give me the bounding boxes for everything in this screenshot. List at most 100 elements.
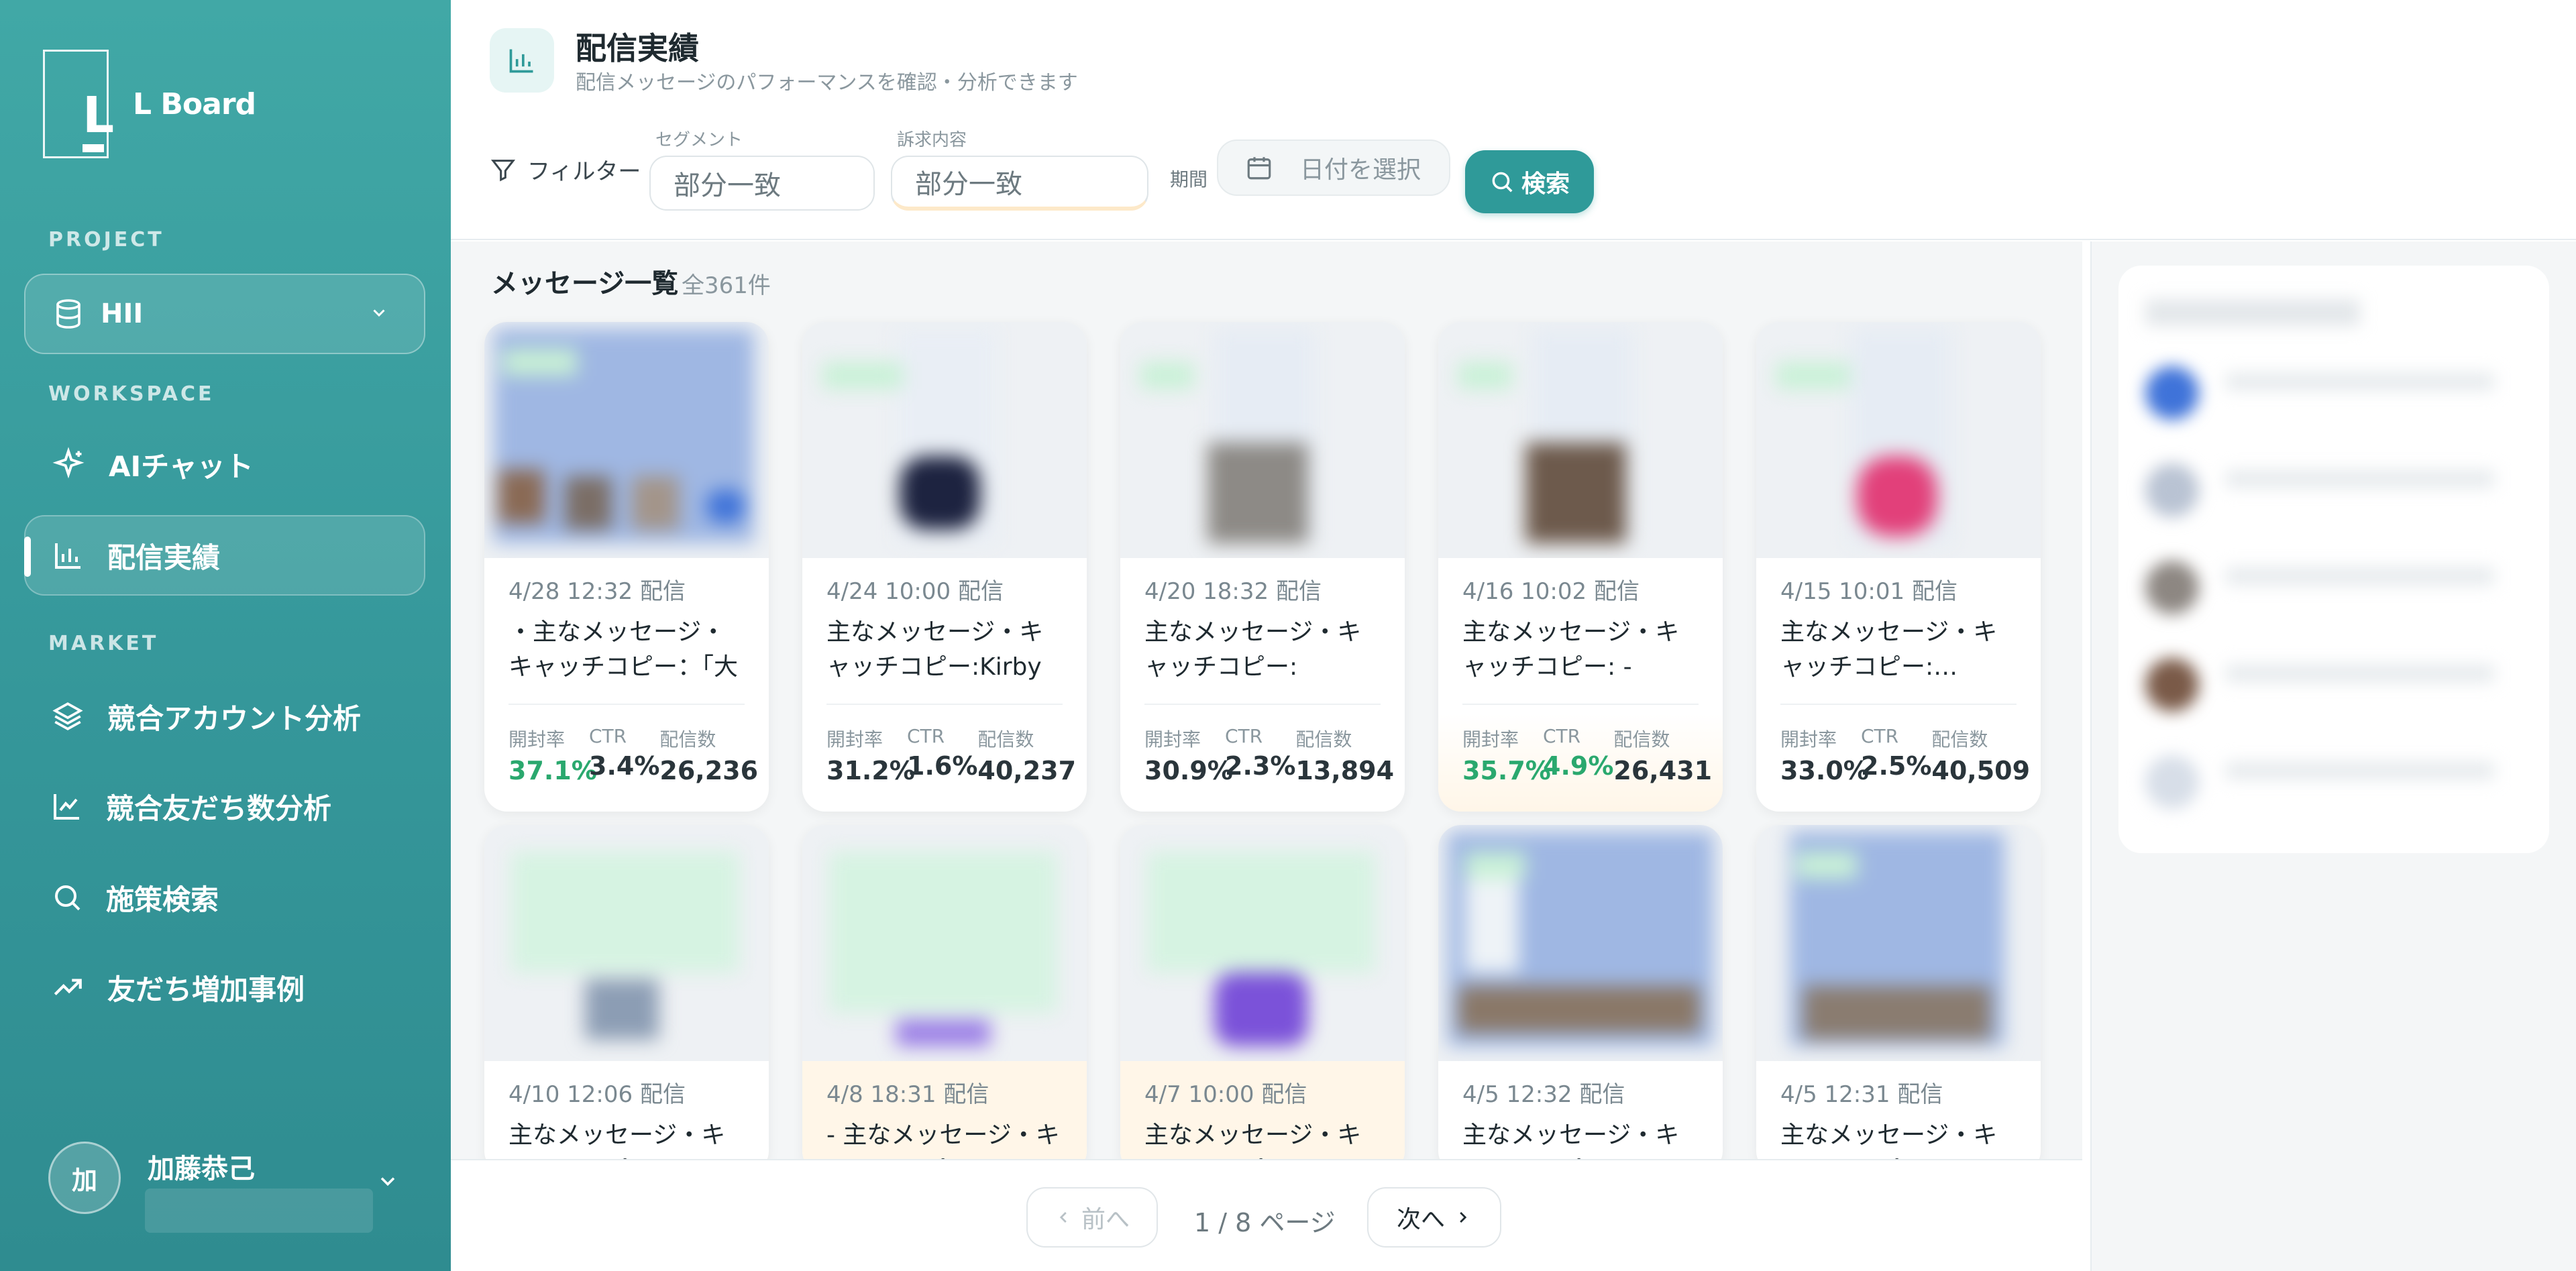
message-card[interactable]: 4/28 12:32 配信 ・主なメッセージ・キャッチコピー：「大人… 開封率 3… bbox=[484, 322, 769, 812]
filter-label: フィルター bbox=[490, 153, 641, 186]
card-date: 4/28 12:32 配信 bbox=[508, 578, 686, 605]
market-section-label: MARKET bbox=[48, 632, 159, 655]
card-date: 4/15 10:01 配信 bbox=[1780, 578, 1957, 605]
card-date: 4/8 18:31 配信 bbox=[826, 1081, 989, 1108]
ctr-label: CTR bbox=[907, 725, 945, 747]
segment-input[interactable]: 部分一致 bbox=[649, 156, 875, 211]
sidebar-item-label: 友だち増加事例 bbox=[107, 973, 305, 1006]
project-name: HII bbox=[101, 298, 144, 329]
sidebar-item-friend-growth[interactable]: 友だち増加事例 bbox=[24, 947, 425, 1028]
message-card[interactable]: 4/5 12:31 配信 主なメッセージ・キャッチコピー… bbox=[1756, 825, 2041, 1174]
card-copy: 主なメッセージ・キャッチコピー:Kirby … bbox=[826, 618, 1044, 681]
card-date: 4/5 12:31 配信 bbox=[1780, 1081, 1943, 1108]
appeal-input[interactable]: 部分一致 bbox=[891, 156, 1148, 211]
appeal-label: 訴求内容 bbox=[897, 130, 967, 150]
message-thumbnail bbox=[1756, 825, 2041, 1061]
date-picker[interactable]: 日付を選択 bbox=[1217, 140, 1450, 196]
insights-panel bbox=[2090, 241, 2576, 1271]
card-date: 4/16 10:02 配信 bbox=[1462, 578, 1640, 605]
brand-logo[interactable]: L L Board bbox=[43, 50, 256, 158]
main-area: 配信実績 配信メッセージのパフォーマンスを確認・分析できます フィルター セグメ… bbox=[451, 0, 2576, 1271]
open-rate-value: 31.2% bbox=[826, 756, 915, 785]
sidebar-item-label: 配信実績 bbox=[107, 541, 221, 574]
sent-value: 40,509 bbox=[1931, 756, 2031, 785]
sidebar-item-label: 施策検索 bbox=[106, 883, 219, 916]
next-page-button[interactable]: 次へ bbox=[1367, 1187, 1501, 1248]
open-rate-value: 35.7% bbox=[1462, 756, 1551, 785]
sidebar-item-competitor-friends[interactable]: 競合友だち数分析 bbox=[24, 766, 425, 846]
search-button[interactable]: 検索 bbox=[1465, 150, 1594, 213]
card-date: 4/10 12:06 配信 bbox=[508, 1081, 686, 1108]
workspace-section-label: WORKSPACE bbox=[48, 382, 215, 406]
open-rate-label: 開封率 bbox=[508, 728, 566, 751]
line-chart-icon bbox=[54, 794, 79, 820]
sidebar: L L Board PROJECT HII WORKSPACE AIチャット 配… bbox=[0, 0, 451, 1271]
open-rate-value: 30.9% bbox=[1144, 756, 1233, 785]
database-icon bbox=[56, 299, 80, 329]
calendar-icon bbox=[1247, 157, 1271, 180]
open-rate-label: 開封率 bbox=[1780, 728, 1837, 751]
message-thumbnail bbox=[802, 825, 1087, 1061]
chevron-right-icon bbox=[1460, 1212, 1467, 1223]
sent-value: 26,431 bbox=[1613, 756, 1713, 785]
pagination: 前へ 1 / 8 ページ 次へ bbox=[451, 1159, 2082, 1271]
message-card[interactable]: 4/20 18:32 配信 主なメッセージ・キャッチコピー: Men'… 開封率… bbox=[1120, 322, 1405, 812]
sent-label: 配信数 bbox=[1613, 728, 1670, 751]
card-date: 4/7 10:00 配信 bbox=[1144, 1081, 1307, 1108]
sidebar-item-label: 競合アカウント分析 bbox=[107, 702, 362, 735]
open-rate-label: 開封率 bbox=[1462, 728, 1519, 751]
message-thumbnail bbox=[1120, 825, 1405, 1061]
ctr-value: 1.6% bbox=[907, 751, 978, 781]
sent-label: 配信数 bbox=[1295, 728, 1352, 751]
ctr-label: CTR bbox=[1861, 725, 1899, 747]
page-title: 配信実績 bbox=[576, 30, 699, 66]
ctr-label: CTR bbox=[589, 725, 627, 747]
search-icon bbox=[55, 885, 80, 911]
sidebar-item-competitor-accounts[interactable]: 競合アカウント分析 bbox=[24, 676, 425, 757]
sparkle-icon bbox=[52, 447, 85, 479]
page-info: 1 / 8 ページ bbox=[1194, 1208, 1336, 1237]
sent-label: 配信数 bbox=[977, 728, 1034, 751]
message-card[interactable]: 4/15 10:01 配信 主なメッセージ・キャッチコピー:… 開封率 33.0%… bbox=[1756, 322, 2041, 812]
card-date: 4/24 10:00 配信 bbox=[826, 578, 1004, 605]
search-icon bbox=[1492, 172, 1513, 192]
message-card[interactable]: 4/8 18:31 配信 - 主なメッセージ・キャッチコピー… bbox=[802, 825, 1087, 1174]
sidebar-item-ai-chat[interactable]: AIチャット bbox=[24, 424, 425, 504]
open-rate-label: 開封率 bbox=[826, 728, 883, 751]
ctr-value: 2.5% bbox=[1861, 751, 1932, 781]
project-selector[interactable]: HII bbox=[24, 274, 425, 354]
message-card[interactable]: 4/5 12:32 配信 主なメッセージ・キャッチコピー… bbox=[1438, 825, 1723, 1174]
card-date: 4/20 18:32 配信 bbox=[1144, 578, 1322, 605]
sent-value: 40,237 bbox=[977, 756, 1077, 785]
card-date: 4/5 12:32 配信 bbox=[1462, 1081, 1625, 1108]
card-copy: 主なメッセージ・キャッチコピー: -「大… bbox=[1462, 618, 1680, 681]
open-rate-value: 37.1% bbox=[508, 756, 597, 785]
message-card[interactable]: 4/7 10:00 配信 主なメッセージ・キャッチコピー… bbox=[1120, 825, 1405, 1174]
sent-value: 26,236 bbox=[659, 756, 759, 785]
bar-chart-icon bbox=[55, 543, 80, 569]
user-subtext bbox=[145, 1189, 373, 1233]
sidebar-item-campaign-search[interactable]: 施策検索 bbox=[24, 857, 425, 938]
sidebar-item-label: 競合友だち数分析 bbox=[106, 791, 332, 825]
message-list: メッセージ一覧 全361件 4/28 12:32 配信 ・主なメッセージ・キャッ… bbox=[451, 241, 2082, 1271]
prev-page-button[interactable]: 前へ bbox=[1026, 1187, 1158, 1248]
trend-up-icon bbox=[54, 979, 82, 995]
message-card[interactable]: 4/16 10:02 配信 主なメッセージ・キャッチコピー: -「大… 開封率 3… bbox=[1438, 322, 1723, 812]
chevron-down-icon[interactable] bbox=[376, 1170, 400, 1194]
message-card[interactable]: 4/24 10:00 配信 主なメッセージ・キャッチコピー:Kirby … 開封… bbox=[802, 322, 1087, 812]
chevron-down-icon bbox=[373, 309, 385, 317]
message-thumbnail bbox=[484, 322, 769, 558]
sent-label: 配信数 bbox=[1931, 728, 1988, 751]
avatar: 加 bbox=[48, 1142, 121, 1214]
message-thumbnail bbox=[1756, 322, 2041, 558]
user-menu[interactable]: 加 加藤恭己 bbox=[48, 1142, 373, 1233]
ctr-value: 3.4% bbox=[589, 751, 660, 781]
date-placeholder: 日付を選択 bbox=[1300, 156, 1421, 184]
logo-mark-icon: L bbox=[43, 50, 114, 158]
sent-value: 13,894 bbox=[1295, 756, 1395, 785]
ctr-value: 4.9% bbox=[1543, 751, 1614, 781]
layers-icon bbox=[52, 702, 83, 730]
sidebar-item-delivery-results[interactable]: 配信実績 bbox=[24, 515, 425, 596]
message-thumbnail bbox=[1120, 322, 1405, 558]
message-card[interactable]: 4/10 12:06 配信 主なメッセージ・キャッチコピー… bbox=[484, 825, 769, 1174]
